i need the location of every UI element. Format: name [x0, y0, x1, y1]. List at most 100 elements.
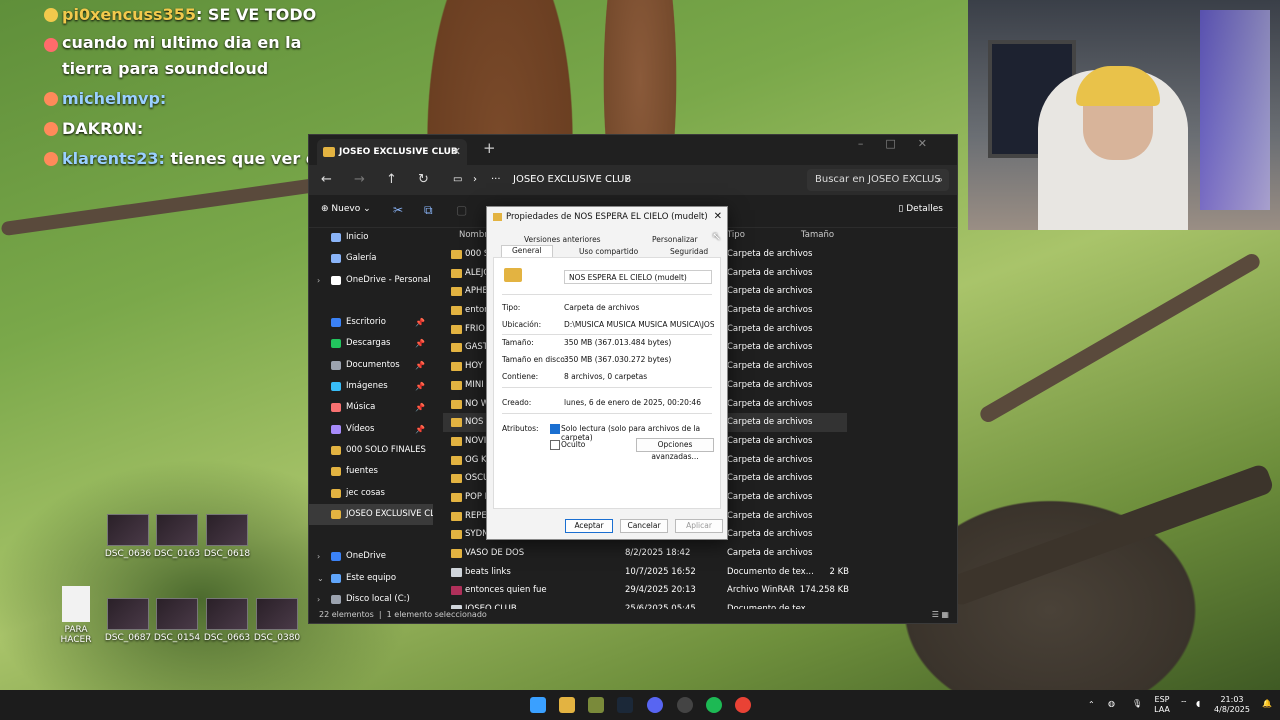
window-controls[interactable]: –□✕ — [858, 137, 949, 150]
chevron-up-icon[interactable]: ⌃ — [1088, 700, 1095, 710]
spotify-icon[interactable] — [706, 697, 722, 713]
nav-item[interactable]: fuentes — [309, 461, 433, 482]
desktop-icon[interactable]: PARA HACER — [51, 586, 101, 645]
tab-versiones-anteriores[interactable]: Versiones anteriores — [524, 235, 601, 244]
network-icon[interactable]: ◍ — [1108, 699, 1115, 709]
nav-item[interactable]: Documentos 📌 — [309, 355, 433, 376]
nav-item[interactable]: Inicio — [309, 227, 433, 248]
details-button[interactable]: ▯ Detalles — [898, 204, 943, 214]
discord-icon[interactable] — [647, 697, 663, 713]
file-type: Carpeta de archivos — [727, 491, 813, 502]
desktop-icon[interactable]: DSC_0636 — [103, 514, 153, 559]
nav-item[interactable]: Música 📌 — [309, 397, 433, 418]
nav-item[interactable]: Imágenes 📌 — [309, 376, 433, 397]
tab-personalizar[interactable]: Personalizar — [652, 235, 698, 244]
language-indicator[interactable]: ESP LAA — [1152, 695, 1172, 715]
chrome-icon[interactable] — [735, 697, 751, 713]
file-type: Archivo WinRAR — [727, 585, 795, 596]
refresh-button[interactable]: ↻ — [418, 172, 429, 187]
column-type[interactable]: Tipo — [727, 230, 745, 240]
desktop-icon[interactable]: DSC_0663 — [202, 598, 252, 643]
breadcrumb[interactable]: ▭ › ··· JOSEO EXCLUSIVE CLUB › — [445, 169, 785, 191]
folder-name-field[interactable]: NOS ESPERA EL CIELO (mudelt) — [564, 270, 712, 284]
obs-icon[interactable] — [677, 697, 693, 713]
desktop-icon[interactable]: DSC_0687 — [103, 598, 153, 643]
pin-icon[interactable]: 📌 — [415, 419, 425, 440]
advanced-options-button[interactable]: Opciones avanzadas... — [636, 438, 714, 461]
file-row[interactable]: entonces quien fue 29/4/2025 20:13 Archivo… — [443, 581, 953, 600]
chevron-right-icon: › — [625, 174, 629, 185]
desktop-icon[interactable]: DSC_0154 — [152, 598, 202, 643]
nav-item-label: Música — [346, 402, 376, 413]
nav-item[interactable]: › OneDrive — [309, 546, 433, 567]
desktop-icon[interactable]: DSC_0618 — [202, 514, 252, 559]
paste-icon[interactable]: ▢ — [456, 203, 467, 217]
expand-icon[interactable]: › — [317, 270, 320, 291]
cancel-button[interactable]: Cancelar — [620, 519, 668, 533]
desktop-icon[interactable]: DSC_0163 — [152, 514, 202, 559]
expand-icon[interactable]: ⌄ — [317, 568, 324, 589]
nav-item[interactable]: 000 SOLO FINALES — [309, 440, 433, 461]
tab-seguridad[interactable]: Seguridad — [670, 247, 708, 256]
file-explorer-icon[interactable] — [559, 697, 575, 713]
pin-icon[interactable]: 📌 — [415, 333, 425, 354]
nav-item[interactable]: › OneDrive - Personal — [309, 270, 433, 291]
prop-label: Tamaño en disco: — [502, 355, 568, 364]
folder-icon — [451, 474, 462, 484]
folder-icon — [493, 213, 502, 221]
forward-button[interactable]: → — [354, 172, 365, 187]
start-icon[interactable] — [530, 697, 546, 713]
wifi-icon[interactable]: ⌔ — [1180, 699, 1188, 709]
nav-item[interactable]: JOSEO EXCLUSIVE CLU — [309, 503, 433, 526]
nav-item[interactable]: ⌄ Este equipo — [309, 568, 433, 589]
search-input[interactable]: Buscar en JOSEO EXCLUS ⌕ — [807, 169, 949, 191]
more-icon[interactable]: ··· — [491, 169, 501, 191]
file-date: 8/2/2025 18:42 — [625, 548, 691, 558]
prop-value: 350 MB (367.013.484 bytes) — [564, 338, 672, 347]
nav-item[interactable]: Descargas 📌 — [309, 333, 433, 354]
close-icon[interactable]: ✕ — [714, 207, 722, 227]
tab-uso-compartido[interactable]: Uso compartido — [579, 247, 638, 256]
file-row[interactable]: VASO DE DOS 8/2/2025 18:42 Carpeta de arch… — [443, 544, 953, 563]
file-row[interactable]: beats links 10/7/2025 16:52 Documento de t… — [443, 563, 953, 582]
pin-icon[interactable]: 📌 — [415, 355, 425, 376]
ok-button[interactable]: Aceptar — [565, 519, 613, 533]
copy-icon[interactable]: ⧉ — [424, 203, 433, 218]
nav-icon — [331, 339, 341, 349]
steam-icon[interactable] — [617, 697, 633, 713]
explorer-tab[interactable]: JOSEO EXCLUSIVE CLUB ✕ — [317, 139, 467, 165]
pin-icon[interactable]: 📌 — [415, 312, 425, 333]
new-tab-button[interactable]: + — [483, 139, 496, 157]
file-type: Carpeta de archivos — [727, 473, 813, 484]
desktop-icon[interactable]: DSC_0380 — [252, 598, 302, 643]
nav-item-label: jec cosas — [346, 487, 385, 498]
folder-icon — [451, 418, 462, 428]
microphone-icon[interactable]: 🎙 — [1132, 699, 1142, 709]
cut-icon[interactable]: ✂ — [393, 203, 403, 217]
volume-icon[interactable]: ◖ — [1196, 699, 1200, 709]
readonly-checkbox[interactable] — [550, 424, 560, 434]
breadcrumb-current[interactable]: JOSEO EXCLUSIVE CLUB — [513, 169, 631, 191]
nav-item[interactable]: Galería — [309, 248, 433, 269]
apply-button[interactable]: Aplicar — [675, 519, 723, 533]
nav-item[interactable]: jec cosas — [309, 483, 433, 504]
app-icon[interactable] — [588, 697, 604, 713]
file-type: Carpeta de archivos — [727, 379, 813, 390]
notification-icon[interactable]: 🔔 — [1262, 699, 1272, 709]
view-toggle-icons[interactable]: ☰ ▦ — [932, 607, 949, 623]
back-button[interactable]: ← — [321, 172, 332, 187]
file-name: beats links — [465, 566, 511, 577]
pin-icon[interactable]: 📌 — [415, 397, 425, 418]
nav-item-label: Galería — [346, 253, 377, 264]
close-tab-icon[interactable]: ✕ — [452, 139, 461, 165]
clock[interactable]: 21:03 4/8/2025 — [1212, 695, 1252, 715]
pin-icon[interactable]: 📌 — [415, 376, 425, 397]
properties-dialog: Propiedades de NOS ESPERA EL CIELO (mude… — [486, 206, 728, 540]
nav-item[interactable]: Vídeos 📌 — [309, 419, 433, 440]
new-button[interactable]: ⊕ Nuevo ⌄ — [321, 204, 371, 214]
up-button[interactable]: ↑ — [386, 172, 397, 187]
nav-item[interactable]: Escritorio 📌 — [309, 312, 433, 333]
column-size[interactable]: Tamaño — [801, 230, 834, 240]
hidden-checkbox[interactable] — [550, 440, 560, 450]
expand-icon[interactable]: › — [317, 546, 320, 567]
